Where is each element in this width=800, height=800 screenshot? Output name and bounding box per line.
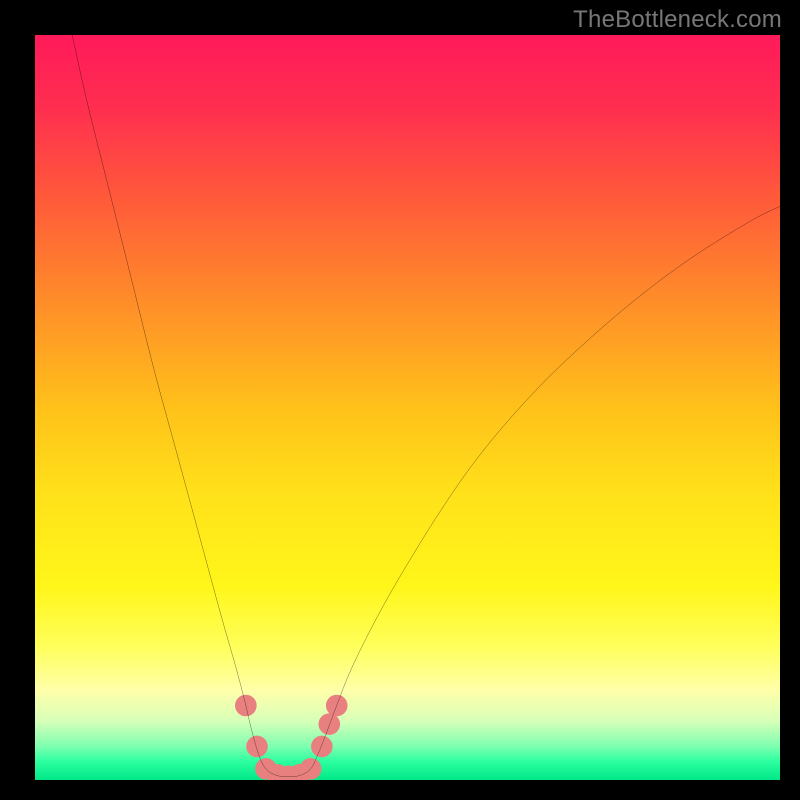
watermark-text: TheBottleneck.com bbox=[573, 6, 782, 34]
plot-area bbox=[35, 35, 780, 780]
chart-stage: TheBottleneck.com bbox=[0, 0, 800, 800]
data-marker bbox=[246, 736, 268, 758]
data-marker bbox=[318, 713, 340, 735]
data-marker bbox=[311, 736, 333, 758]
bottleneck-curve bbox=[72, 35, 780, 776]
marker-group bbox=[235, 695, 347, 780]
curve-layer bbox=[35, 35, 780, 780]
